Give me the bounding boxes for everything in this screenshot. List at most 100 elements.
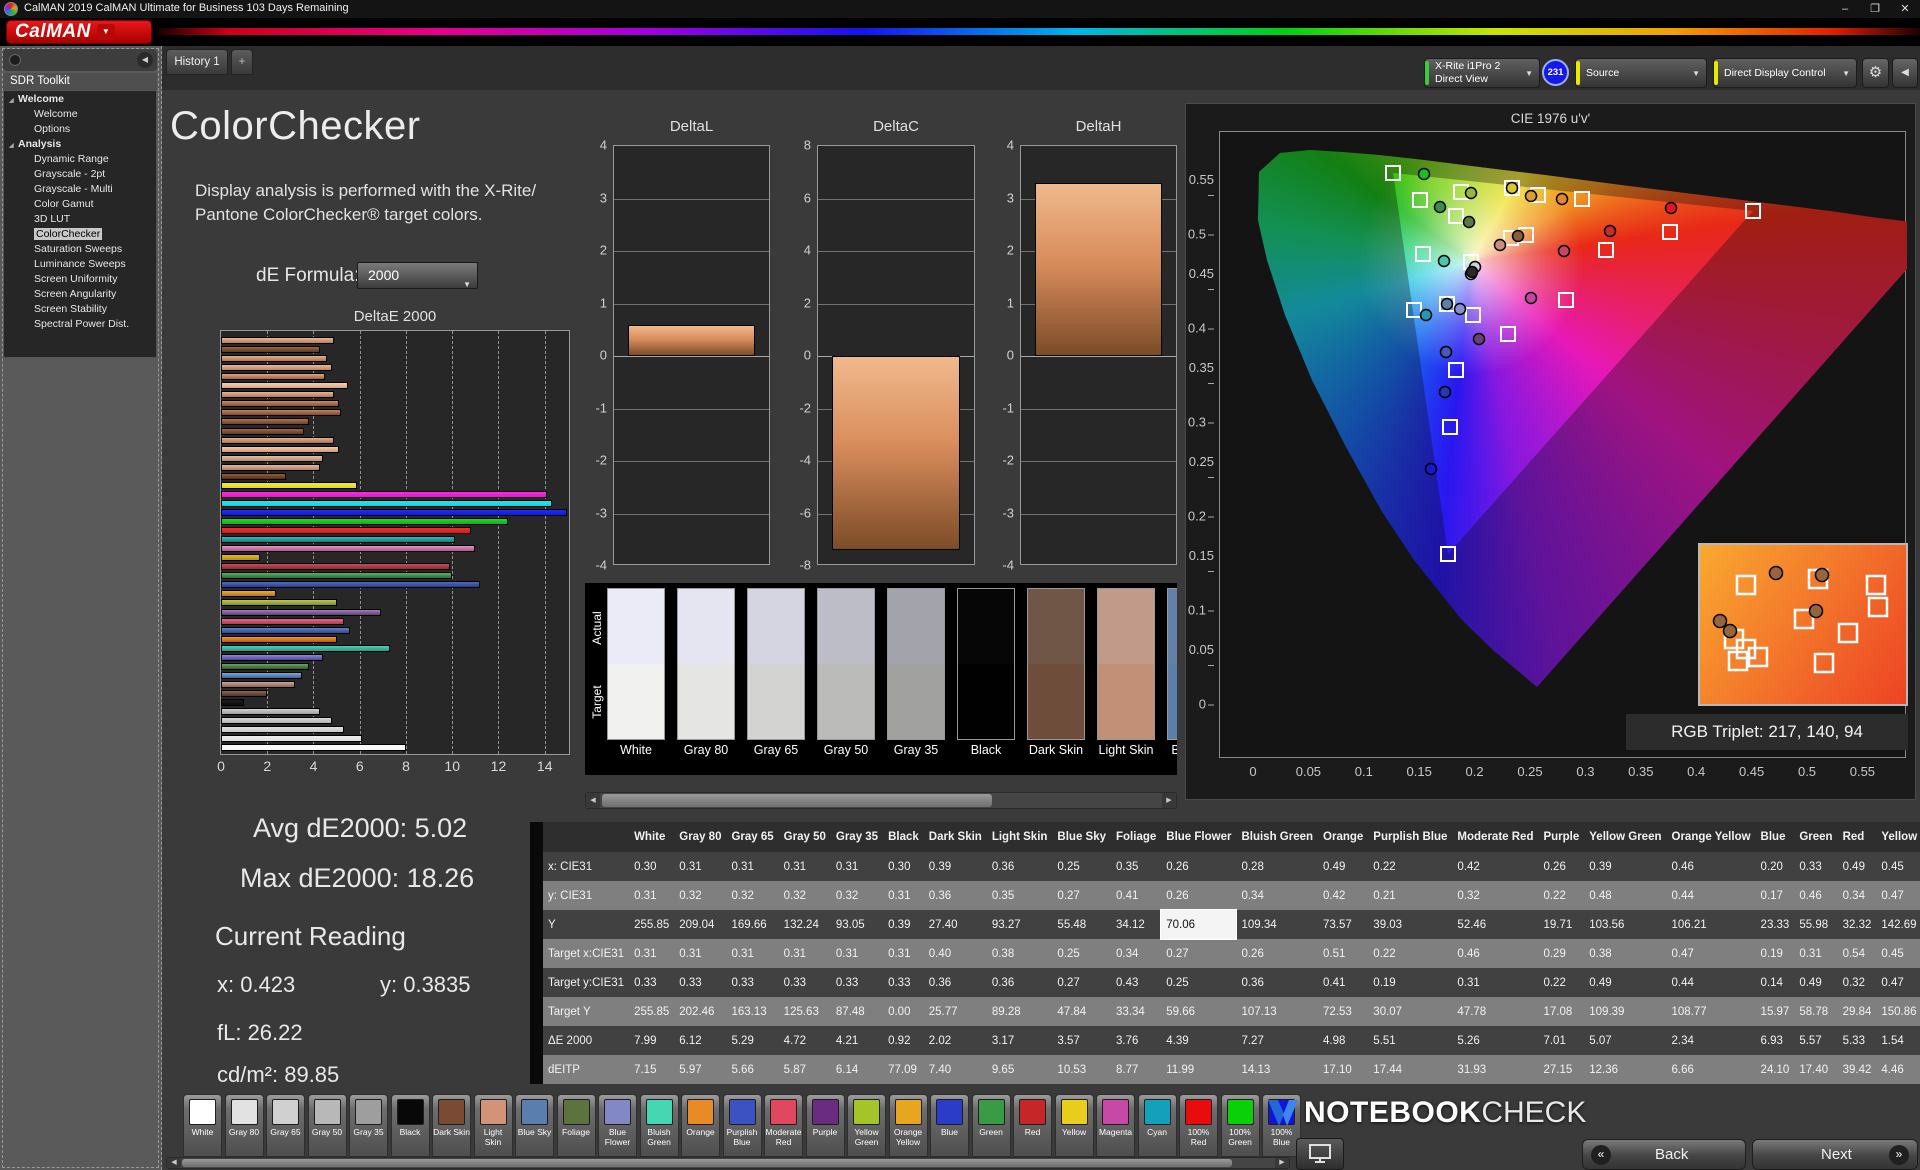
scroll-right-icon[interactable]: ▶ (1275, 1158, 1289, 1168)
record-dot-icon[interactable] (9, 54, 21, 66)
patch-label: Orange Yellow (890, 1128, 927, 1147)
sidebar-item-luminance-sweeps[interactable]: Luminance Sweeps (4, 258, 156, 271)
table-cell: 0.32 (1838, 968, 1877, 997)
column-header: Orange Yellow (1667, 822, 1756, 852)
description-line2: Pantone ColorChecker® target colors. (195, 205, 483, 224)
patch-button-blue-sky[interactable]: Blue Sky (515, 1094, 554, 1157)
sidebar-item-analysis[interactable]: ◢Analysis (4, 138, 156, 151)
scroll-left-icon[interactable]: ◀ (167, 1158, 181, 1168)
patch-button-yellow-green[interactable]: Yellow Green (847, 1094, 886, 1157)
swatch-strip-scrollbar[interactable]: ◀ ▶ (585, 792, 1177, 809)
next-button[interactable]: Next » (1752, 1139, 1918, 1170)
maximize-icon[interactable]: ❐ (1860, 0, 1890, 18)
sidebar-item-colorchecker[interactable]: ColorChecker (4, 228, 156, 241)
sidebar-item-color-gamut[interactable]: Color Gamut (4, 198, 156, 211)
patch-button-100-green[interactable]: 100% Green (1221, 1094, 1260, 1157)
patch-button-orange-yellow[interactable]: Orange Yellow (889, 1094, 928, 1157)
patch-button-gray-65[interactable]: Gray 65 (266, 1094, 305, 1157)
table-cell: 0.31 (1452, 968, 1538, 997)
de-formula-dropdown[interactable]: 2000 ▼ (357, 262, 478, 289)
sidebar-item-grayscale-multi[interactable]: Grayscale - Multi (4, 183, 156, 196)
table-cell: 0.19 (1756, 939, 1795, 968)
patch-button-red[interactable]: Red (1013, 1094, 1052, 1157)
description-line1: Display analysis is performed with the X… (195, 181, 536, 200)
logo-menu-chevron-icon[interactable]: ▼ (97, 24, 115, 40)
collapse-panel-button[interactable]: ◀ (1892, 58, 1918, 88)
workflow-title[interactable]: SDR Toolkit (3, 73, 157, 90)
scrollbar-thumb[interactable] (182, 1159, 1232, 1167)
patch-button-blue-flower[interactable]: Blue Flower (598, 1094, 637, 1157)
sidebar-item-spectral-power-dist-[interactable]: Spectral Power Dist. (4, 318, 156, 331)
table-cell: 3.17 (987, 1026, 1053, 1055)
sidebar-collapse-button[interactable]: ◀ (137, 52, 153, 68)
table-row: Target Y255.85202.46163.13125.6387.480.0… (543, 997, 1920, 1026)
y-tick-label: -3 (988, 505, 1014, 520)
sidebar-item-welcome[interactable]: ◢Welcome (4, 93, 156, 106)
sidebar-item-screen-angularity[interactable]: Screen Angularity (4, 288, 156, 301)
patch-button-blue[interactable]: Blue (930, 1094, 969, 1157)
table-cell: 0.49 (1794, 968, 1837, 997)
table-cell: 169.66 (726, 910, 778, 939)
patch-label: Light Skin (475, 1128, 512, 1147)
sidebar-item-welcome[interactable]: Welcome (4, 108, 156, 121)
pattern-window-button[interactable] (1296, 1138, 1344, 1170)
patch-bar-scrollbar[interactable]: ◀ ▶ (166, 1157, 1290, 1169)
patch-button-gray-80[interactable]: Gray 80 (225, 1094, 264, 1157)
sidebar-item-label: Color Gamut (34, 198, 94, 210)
patch-button-white[interactable]: White (183, 1094, 222, 1157)
patch-button-purplish-blue[interactable]: Purplish Blue (723, 1094, 762, 1157)
back-button[interactable]: « Back (1582, 1139, 1746, 1170)
de-formula-value: 2000 (368, 267, 399, 283)
patch-button-yellow[interactable]: Yellow (1055, 1094, 1094, 1157)
column-header: Gray 65 (726, 822, 778, 852)
table-cell: 0.36 (987, 968, 1053, 997)
settings-button[interactable]: ⚙ (1862, 58, 1889, 88)
tree-expand-icon[interactable]: ◢ (9, 140, 14, 153)
patch-button-dark-skin[interactable]: Dark Skin (432, 1094, 471, 1157)
sidebar-item-label: Saturation Sweeps (34, 243, 122, 255)
sidebar-item-saturation-sweeps[interactable]: Saturation Sweeps (4, 243, 156, 256)
patch-button-orange[interactable]: Orange (681, 1094, 720, 1157)
sidebar-item-grayscale-2pt[interactable]: Grayscale - 2pt (4, 168, 156, 181)
patch-color-chip (729, 1099, 756, 1125)
table-cell: 52.46 (1452, 910, 1538, 939)
tab-history-1[interactable]: History 1 (166, 49, 228, 75)
add-tab-button[interactable]: + (231, 49, 253, 75)
patch-button-moderate-red[interactable]: Moderate Red (764, 1094, 803, 1157)
sidebar-item-screen-uniformity[interactable]: Screen Uniformity (4, 273, 156, 286)
patch-button-bluish-green[interactable]: Bluish Green (640, 1094, 679, 1157)
scroll-right-icon[interactable]: ▶ (1162, 793, 1176, 808)
patch-button-100-red[interactable]: 100% Red (1179, 1094, 1218, 1157)
patch-button-green[interactable]: Green (972, 1094, 1011, 1157)
tree-expand-icon[interactable]: ◢ (9, 95, 14, 108)
calman-logo[interactable]: CalMAN ▼ (6, 20, 152, 44)
patch-button-gray-50[interactable]: Gray 50 (308, 1094, 347, 1157)
patch-button-foliage[interactable]: Foliage (557, 1094, 596, 1157)
meter-dropdown[interactable]: X-Rite i1Pro 2 Direct View ▼ (1424, 58, 1540, 88)
table-cell: 23.33 (1756, 910, 1795, 939)
patch-button-cyan[interactable]: Cyan (1138, 1094, 1177, 1157)
sidebar-item-screen-stability[interactable]: Screen Stability (4, 303, 156, 316)
table-cell: 15.97 (1756, 997, 1795, 1026)
patch-button-purple[interactable]: Purple (806, 1094, 845, 1157)
sidebar-item-3d-lut[interactable]: 3D LUT (4, 213, 156, 226)
source-dropdown[interactable]: Source ▼ (1575, 58, 1707, 88)
table-cell: 5.51 (1368, 1026, 1452, 1055)
actual-color (678, 589, 734, 664)
scrollbar-thumb[interactable] (602, 794, 992, 807)
patch-button-magenta[interactable]: Magenta (1096, 1094, 1135, 1157)
minimize-icon[interactable]: – (1830, 0, 1860, 18)
y-tick-label: -4 (581, 558, 607, 573)
patch-button-black[interactable]: Black (391, 1094, 430, 1157)
display-control-dropdown[interactable]: Direct Display Control ▼ (1713, 58, 1857, 88)
column-header: Gray 50 (779, 822, 831, 852)
patch-label: Purplish Blue (724, 1128, 761, 1147)
patch-label: Foliage (558, 1128, 595, 1138)
patch-button-gray-35[interactable]: Gray 35 (349, 1094, 388, 1157)
sidebar-item-options[interactable]: Options (4, 123, 156, 136)
patch-button-light-skin[interactable]: Light Skin (474, 1094, 513, 1157)
scroll-left-icon[interactable]: ◀ (586, 793, 600, 808)
measurement-count-badge[interactable]: 231 (1542, 59, 1569, 86)
sidebar-item-dynamic-range[interactable]: Dynamic Range (4, 153, 156, 166)
close-icon[interactable]: ✕ (1890, 0, 1920, 18)
